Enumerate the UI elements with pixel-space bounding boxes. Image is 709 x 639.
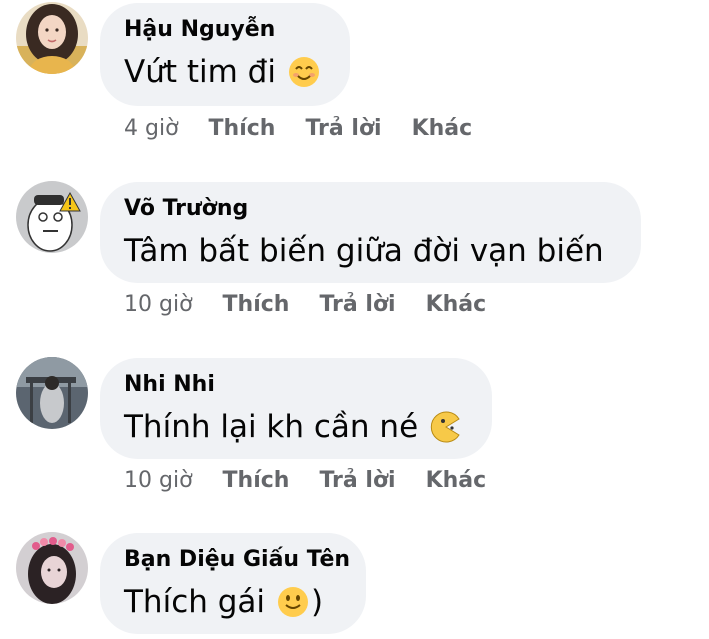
comment-bubble: Bạn Diệu Giấu Tên Thích gái ) (100, 533, 366, 634)
comment-author[interactable]: Nhi Nhi (124, 371, 468, 399)
comment-author[interactable]: Bạn Diệu Giấu Tên (124, 546, 350, 574)
comment-body: Thích gái (124, 584, 266, 620)
more-link[interactable]: Khác (426, 292, 487, 317)
comment-time[interactable]: 10 giờ (124, 292, 193, 317)
more-link[interactable]: Khác (426, 468, 487, 493)
comment-suffix: ) (311, 584, 324, 620)
comment-text: Thính lại kh cần né (124, 407, 468, 447)
comment-text: Thích gái ) (124, 582, 342, 622)
reply-link[interactable]: Trả lời (319, 468, 395, 493)
comment-body: Vứt tim đi (124, 54, 276, 90)
reply-link[interactable]: Trả lời (319, 292, 395, 317)
avatar[interactable] (16, 357, 88, 429)
comment-text: Vứt tim đi (124, 52, 326, 92)
comment-body: Thính lại kh cần né (124, 409, 419, 445)
avatar[interactable] (16, 2, 88, 74)
comment-actions: 10 giờ Thích Trả lời Khác (124, 467, 516, 495)
like-link[interactable]: Thích (223, 468, 290, 493)
comment-body: Tâm bất biến giữa đời vạn biến (124, 233, 604, 269)
comment-bubble: Võ Trường Tâm bất biến giữa đời vạn biến (100, 182, 641, 283)
like-link[interactable]: Thích (209, 116, 276, 141)
avatar[interactable] (16, 181, 88, 253)
comment-text: Tâm bất biến giữa đời vạn biến (124, 231, 617, 271)
comment-actions: 4 giờ Thích Trả lời Khác (124, 115, 502, 143)
pacman-emoticon-icon (430, 411, 462, 443)
slightly-smiling-emoji-icon (277, 586, 309, 618)
smiling-eyes-emoji-icon (288, 56, 320, 88)
comment-actions: 10 giờ Thích Trả lời Khác (124, 291, 516, 319)
like-link[interactable]: Thích (223, 292, 290, 317)
comment-author[interactable]: Hậu Nguyễn (124, 16, 326, 44)
comment-time[interactable]: 10 giờ (124, 468, 193, 493)
comment-bubble: Hậu Nguyễn Vứt tim đi (100, 3, 350, 106)
comment-bubble: Nhi Nhi Thính lại kh cần né (100, 358, 492, 459)
more-link[interactable]: Khác (412, 116, 473, 141)
comment-author[interactable]: Võ Trường (124, 195, 617, 223)
comment-time[interactable]: 4 giờ (124, 116, 179, 141)
reply-link[interactable]: Trả lời (305, 116, 381, 141)
avatar[interactable] (16, 532, 88, 604)
